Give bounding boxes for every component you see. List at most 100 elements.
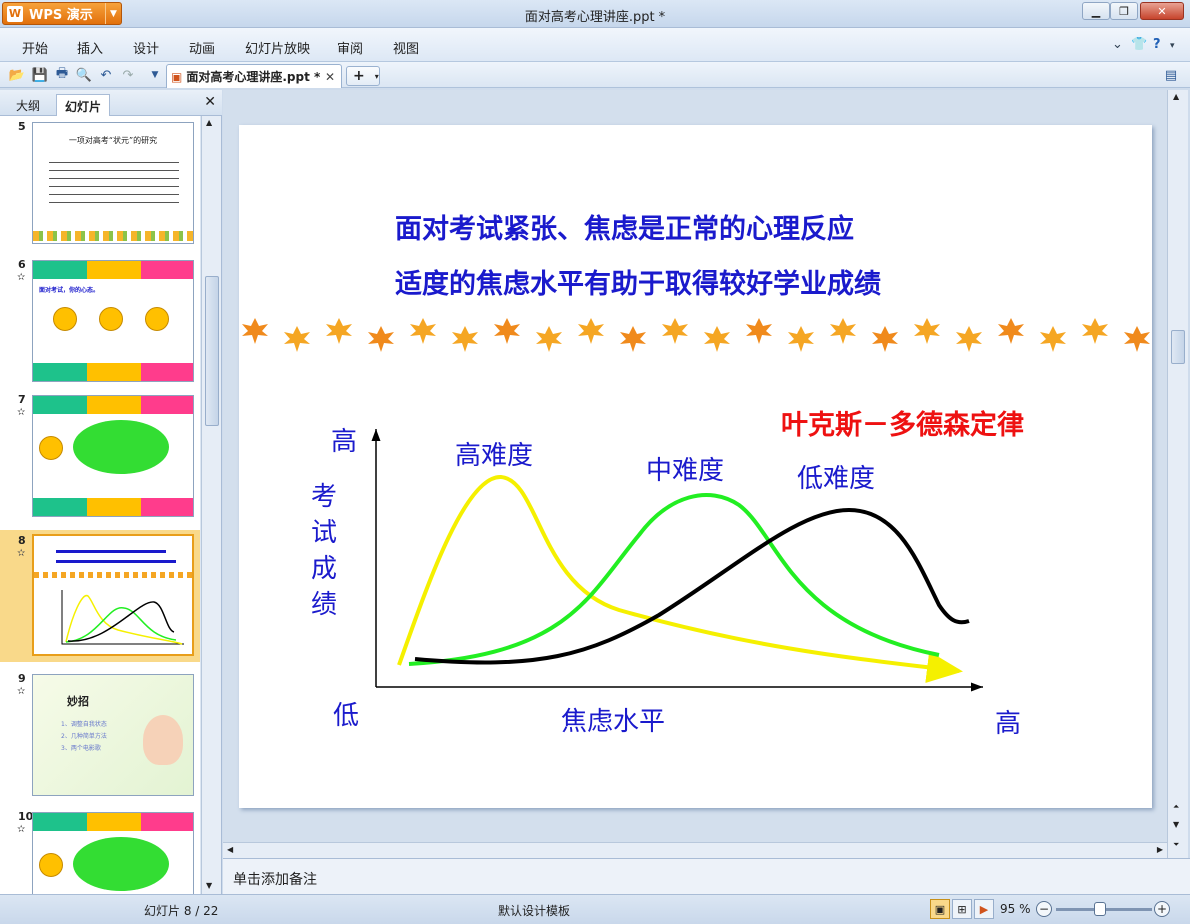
thumbnail-text-block bbox=[49, 159, 179, 209]
thought-cloud bbox=[73, 837, 169, 891]
redo-icon[interactable]: ↷ bbox=[119, 66, 137, 84]
help-icon[interactable]: ? bbox=[1153, 37, 1161, 52]
undo-icon[interactable]: ↶ bbox=[97, 66, 115, 84]
thumbnail-text-line bbox=[56, 550, 166, 553]
mid-difficulty-label: 中难度 bbox=[646, 456, 725, 486]
open-folder-icon[interactable]: 📂 bbox=[8, 66, 26, 84]
slide-sorter-button[interactable]: ⊞ bbox=[952, 899, 972, 919]
scroll-up-icon[interactable]: ⏶ bbox=[1173, 802, 1179, 812]
minimize-button[interactable]: ▁ bbox=[1082, 2, 1110, 20]
layout-icon[interactable]: ▤ bbox=[1162, 66, 1180, 84]
thumbnail-item: 1、调整自我状态 bbox=[61, 721, 107, 728]
close-tab-icon[interactable]: ✕ bbox=[325, 70, 335, 84]
tab-outline[interactable]: 大纲 bbox=[8, 94, 48, 116]
chevron-down-icon: ▾ bbox=[374, 71, 379, 81]
face-icon bbox=[53, 307, 77, 331]
template-name: 默认设计模板 bbox=[498, 904, 571, 918]
color-band bbox=[87, 396, 141, 414]
new-tab-button[interactable]: + ▾ bbox=[346, 66, 380, 86]
print-icon[interactable]: 🖶 bbox=[53, 66, 71, 84]
zoom-out-button[interactable]: − bbox=[1036, 901, 1052, 917]
slideshow-button[interactable]: ▶ bbox=[974, 899, 994, 919]
zoom-in-button[interactable]: + bbox=[1154, 901, 1170, 917]
scrollbar-thumb[interactable] bbox=[1171, 330, 1185, 364]
scroll-up-icon[interactable]: ▲ bbox=[206, 118, 212, 127]
face-icon bbox=[145, 307, 169, 331]
thumbnail-list: 5 一项对高考“状元”的研究 6 ✫ 面对考试，你的心态。 7 ✫ 8 ✫ 9 … bbox=[0, 116, 200, 894]
color-band bbox=[141, 261, 193, 279]
document-tab-label: 面对高考心理讲座.ppt * bbox=[186, 70, 321, 84]
thumbnail-title: 面对考试，你的心态。 bbox=[39, 287, 100, 294]
current-slide[interactable]: 面对考试紧张、焦虑是正常的心理反应 适度的焦虑水平有助于取得较好学业成绩 叶克斯… bbox=[239, 125, 1152, 808]
slide-thumbnail[interactable]: 一项对高考“状元”的研究 bbox=[32, 122, 194, 244]
thumbnail-row-selected[interactable]: 8 ✫ bbox=[0, 530, 200, 662]
minimize-icon: ▁ bbox=[1091, 4, 1101, 18]
thumbnail-item: 2、几种简单方法 bbox=[61, 733, 107, 740]
menu-animation[interactable]: 动画 bbox=[189, 38, 215, 57]
color-band bbox=[33, 813, 87, 831]
scroll-up-icon[interactable]: ▲ bbox=[1173, 92, 1179, 101]
scroll-left-icon[interactable]: ◀ bbox=[227, 845, 233, 854]
scroll-down-icon[interactable]: ▼ bbox=[1173, 820, 1179, 829]
high-difficulty-label: 高难度 bbox=[455, 441, 534, 471]
thumbnail-row[interactable]: 7 ✫ bbox=[0, 389, 200, 523]
close-button[interactable]: ✕ bbox=[1140, 2, 1184, 20]
save-icon[interactable]: 💾 bbox=[31, 66, 49, 84]
thumbnail-row[interactable]: 6 ✫ 面对考试，你的心态。 bbox=[0, 254, 200, 388]
close-panel-icon[interactable]: ✕ bbox=[204, 94, 216, 110]
y-axis-title: 考试成绩 bbox=[310, 482, 337, 620]
maximize-icon: ❐ bbox=[1119, 4, 1129, 18]
slide-thumbnail[interactable] bbox=[32, 812, 194, 894]
maximize-button[interactable]: ❐ bbox=[1110, 2, 1138, 20]
slide-thumbnail[interactable]: 妙招 1、调整自我状态 2、几种简单方法 3、两个电影歌 bbox=[32, 674, 194, 796]
skin-icon[interactable]: 👕 bbox=[1131, 37, 1147, 52]
title-bar: W WPS 演示 ▼ 面对高考心理讲座.ppt * ▁ ❐ ✕ bbox=[0, 0, 1190, 28]
animation-star-icon: ✫ bbox=[17, 686, 26, 697]
thumbnail-item: 3、两个电影歌 bbox=[61, 745, 101, 752]
slide-editor: 面对考试紧张、焦虑是正常的心理反应 适度的焦虑水平有助于取得较好学业成绩 叶克斯… bbox=[223, 90, 1167, 842]
normal-view-button[interactable]: ▣ bbox=[930, 899, 950, 919]
slides-panel: 大纲 幻灯片 ✕ 5 一项对高考“状元”的研究 6 ✫ 面对考试，你的心态。 7… bbox=[0, 90, 222, 894]
thumbnail-row[interactable]: 10 ✫ bbox=[0, 806, 200, 894]
color-band bbox=[141, 813, 193, 831]
slide-number: 7 bbox=[18, 393, 26, 406]
ppt-file-icon: ▣ bbox=[171, 69, 183, 84]
scroll-right-icon[interactable]: ▶ bbox=[1157, 845, 1163, 854]
menu-view[interactable]: 视图 bbox=[393, 38, 419, 57]
customize-toolbar-icon[interactable]: ▼ bbox=[146, 66, 164, 84]
menu-insert[interactable]: 插入 bbox=[77, 38, 103, 57]
chevron-down-icon[interactable]: ⌄ bbox=[1112, 37, 1123, 52]
panel-tabs: 大纲 幻灯片 ✕ bbox=[0, 90, 222, 116]
menu-design[interactable]: 设计 bbox=[133, 38, 159, 57]
scroll-down-icon[interactable]: ▼ bbox=[206, 881, 212, 890]
slide-horizontal-scrollbar[interactable]: ◀ ▶ bbox=[223, 842, 1167, 858]
notes-pane[interactable]: 单击添加备注 bbox=[223, 858, 1190, 894]
menu-home[interactable]: 开始 bbox=[22, 38, 48, 57]
zoom-slider-knob[interactable] bbox=[1094, 902, 1106, 916]
menu-bar: 开始 插入 设计 动画 幻灯片放映 审阅 视图 ⌄ 👕 ? ▾ bbox=[0, 28, 1190, 62]
slide-number: 9 bbox=[18, 672, 26, 685]
thumbnail-scrollbar[interactable]: ▲ ▼ bbox=[201, 116, 221, 894]
tab-slides[interactable]: 幻灯片 bbox=[56, 94, 111, 116]
color-band bbox=[33, 363, 87, 381]
window-title: 面对高考心理讲座.ppt * bbox=[524, 10, 666, 25]
notes-placeholder[interactable]: 单击添加备注 bbox=[233, 872, 317, 888]
quick-toolbar: 📂 💾 🖶 🔍 ↶ ↷ ▼ ▣ 面对高考心理讲座.ppt * ✕ + ▾ ▤ bbox=[0, 62, 1190, 88]
thumbnail-row[interactable]: 9 ✫ 妙招 1、调整自我状态 2、几种简单方法 3、两个电影歌 bbox=[0, 668, 200, 802]
color-band bbox=[33, 396, 87, 414]
slide-thumbnail[interactable] bbox=[32, 534, 194, 656]
slide-thumbnail[interactable] bbox=[32, 395, 194, 517]
scrollbar-thumb[interactable] bbox=[205, 276, 219, 426]
document-tab[interactable]: ▣ 面对高考心理讲座.ppt * ✕ bbox=[166, 64, 342, 88]
print-preview-icon[interactable]: 🔍 bbox=[75, 66, 93, 84]
slide-thumbnail[interactable]: 面对考试，你的心态。 bbox=[32, 260, 194, 382]
menu-review[interactable]: 审阅 bbox=[337, 38, 363, 57]
thumbnail-title: 妙招 bbox=[67, 695, 89, 708]
close-icon: ✕ bbox=[1157, 4, 1167, 18]
thumbnail-row[interactable]: 5 一项对高考“状元”的研究 bbox=[0, 116, 200, 250]
scroll-down-icon[interactable]: ⏷ bbox=[1173, 840, 1179, 850]
play-icon: ▶ bbox=[979, 902, 989, 916]
menu-slideshow[interactable]: 幻灯片放映 bbox=[245, 38, 310, 57]
chevron-down-icon[interactable]: ▾ bbox=[1170, 41, 1175, 51]
slide-vertical-scrollbar[interactable]: ▲ ⏶ ▼ ⏷ bbox=[1167, 90, 1188, 858]
